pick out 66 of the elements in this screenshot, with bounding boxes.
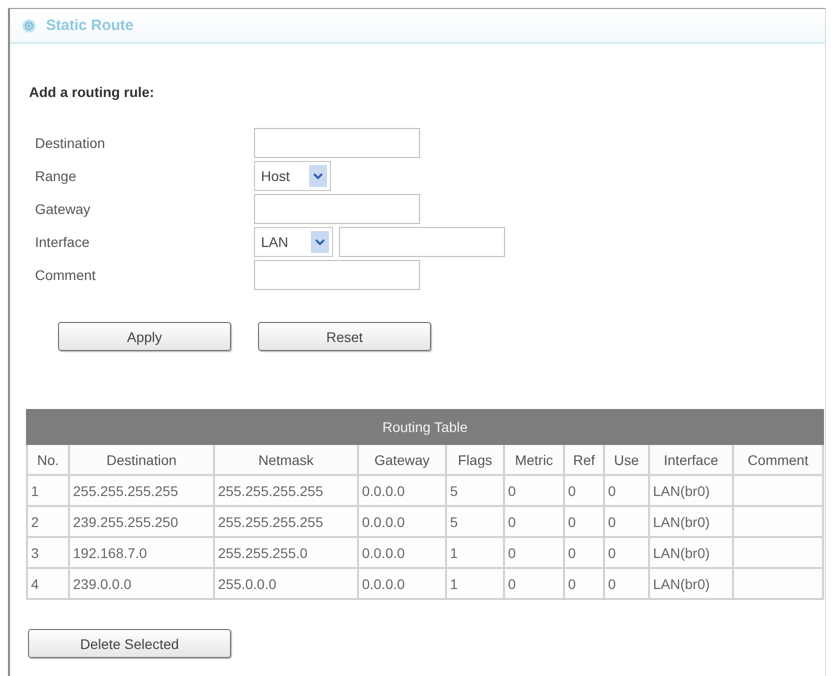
- table-cell: LAN(br0): [649, 475, 733, 506]
- table-cell: 0: [504, 506, 564, 537]
- table-cell: 0: [604, 506, 649, 537]
- input-field[interactable]: [254, 128, 420, 158]
- table-cell: 255.255.255.255: [214, 475, 358, 506]
- table-cell: 0: [564, 506, 604, 537]
- table-cell: 192.168.7.0: [69, 537, 214, 568]
- section-heading: Add a routing rule:: [29, 83, 156, 102]
- column-header: Use: [604, 444, 649, 475]
- page-title: Static Route: [46, 17, 134, 34]
- column-header: Destination: [69, 444, 214, 475]
- table-cell: 0.0.0.0: [358, 568, 446, 599]
- column-header: Interface: [649, 444, 733, 475]
- table-title: Routing Table: [27, 410, 824, 444]
- input-field[interactable]: [254, 194, 420, 224]
- table-cell: 255.0.0.0: [214, 568, 358, 599]
- column-header: Metric: [504, 444, 564, 475]
- column-header: Netmask: [214, 444, 358, 475]
- table-cell: 239.0.0.0: [69, 568, 214, 599]
- table-cell: 0: [604, 475, 649, 506]
- table-cell: LAN(br0): [649, 568, 733, 599]
- table-cell: 0.0.0.0: [358, 475, 446, 506]
- field-label: Gateway: [35, 201, 92, 217]
- column-header: Flags: [446, 444, 504, 475]
- bullet-icon: [22, 18, 36, 32]
- table-cell: 3: [27, 537, 69, 568]
- table-cell: 255.255.255.0: [214, 537, 358, 568]
- field-label: Range: [35, 168, 78, 184]
- dropdown[interactable]: Host: [254, 161, 331, 191]
- caret-icon: [311, 231, 329, 253]
- table-cell: 0.0.0.0: [358, 506, 446, 537]
- column-header: Gateway: [358, 444, 446, 475]
- table-cell: 0: [604, 568, 649, 599]
- table-cell: 2: [27, 506, 69, 537]
- input-field[interactable]: [254, 260, 420, 290]
- table-cell: 1: [446, 568, 504, 599]
- table-cell: 0: [504, 568, 564, 599]
- caret-icon: [309, 165, 327, 187]
- table-cell: 255.255.255.255: [214, 506, 358, 537]
- table-cell: 0: [564, 568, 604, 599]
- dropdown[interactable]: LAN: [254, 227, 333, 257]
- delete-selected-button[interactable]: Delete Selected: [28, 629, 231, 658]
- table-cell: 1: [446, 537, 504, 568]
- table-cell: 0: [504, 537, 564, 568]
- table-cell: LAN(br0): [649, 537, 733, 568]
- reset-button[interactable]: Reset: [258, 322, 431, 351]
- table-cell: 5: [446, 506, 504, 537]
- column-header: Comment: [733, 444, 824, 475]
- input-field[interactable]: [339, 227, 505, 257]
- table-cell: 5: [446, 475, 504, 506]
- table-cell: 0: [504, 475, 564, 506]
- table-cell: 4: [27, 568, 69, 599]
- table-cell: 1: [27, 475, 69, 506]
- field-label: Destination: [35, 135, 106, 151]
- table-cell: 0: [564, 475, 604, 506]
- column-header: Ref: [564, 444, 604, 475]
- column-header: No.: [27, 444, 69, 475]
- table-cell: 239.255.255.250: [69, 506, 214, 537]
- field-label: Comment: [35, 267, 97, 283]
- table-cell: 255.255.255.255: [69, 475, 214, 506]
- table-cell: 0: [604, 537, 649, 568]
- table-cell: 0: [564, 537, 604, 568]
- table-cell: LAN(br0): [649, 506, 733, 537]
- apply-button[interactable]: Apply: [58, 322, 231, 351]
- field-label: Interface: [35, 234, 90, 250]
- table-cell: 0.0.0.0: [358, 537, 446, 568]
